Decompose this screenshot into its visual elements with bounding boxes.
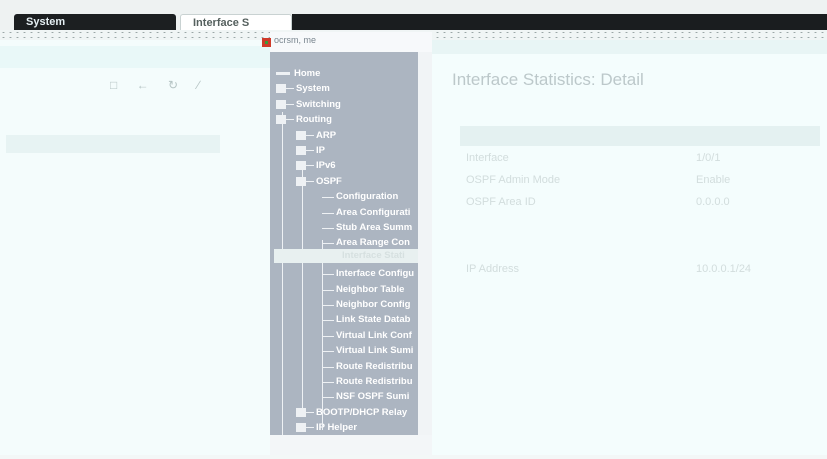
row-value: 0.0.0.0: [696, 196, 730, 209]
refresh-icon[interactable]: ↻: [168, 78, 178, 92]
navigation-tree: Home System Switching Routing ARP IP IPv6 OSPF C…: [270, 52, 418, 435]
folder-icon: [296, 407, 306, 417]
table-row: [460, 370, 820, 392]
nav-item[interactable]: Stub Area Summ: [336, 222, 412, 233]
nav-scrollbar[interactable]: [418, 52, 432, 435]
tree-connector: [322, 228, 334, 229]
row-value: Enable: [696, 174, 731, 187]
tree-connector: [322, 335, 334, 337]
nav-item[interactable]: Configuration: [336, 191, 398, 202]
nav-item[interactable]: Area Range Con: [336, 237, 410, 248]
row-label: OSPF Area ID: [466, 196, 536, 209]
nav-item[interactable]: Neighbor Config: [336, 299, 410, 310]
table-row: [460, 303, 820, 325]
table-row: [460, 348, 820, 370]
nav-item[interactable]: Routing: [296, 114, 332, 125]
tree-connector: [306, 180, 314, 182]
folder-icon: [276, 99, 286, 109]
left-toolbar: □ ← ↻ ∕: [110, 78, 215, 92]
nav-item[interactable]: Virtual Link Conf: [336, 330, 412, 341]
nav-item[interactable]: BOOTP/DHCP Relay: [316, 407, 407, 418]
nav-item[interactable]: Area Configurati: [336, 207, 410, 218]
back-icon[interactable]: ←: [137, 78, 149, 92]
tree-connector: [322, 351, 334, 353]
table-row: [460, 414, 820, 436]
nav-item-interface-statistics[interactable]: Interface Stati: [342, 250, 405, 261]
home-icon: [276, 72, 290, 75]
tree-connector: [322, 397, 334, 399]
nav-item[interactable]: Switching: [296, 99, 341, 110]
table-row: [460, 392, 820, 414]
tree-connector: [322, 366, 334, 368]
table-header: [460, 126, 820, 146]
nav-item[interactable]: OSPF: [316, 176, 342, 187]
row-label: OSPF Admin Mode: [466, 174, 561, 187]
table-row: OSPF Admin Mode Enable: [460, 170, 820, 192]
nav-item[interactable]: Neighbor Table: [336, 284, 404, 295]
nav-item[interactable]: System: [296, 83, 330, 94]
nav-item[interactable]: Virtual Link Sumi: [336, 345, 413, 356]
tree-connector: [322, 320, 334, 322]
nav-item[interactable]: Route Redistribu: [336, 361, 413, 372]
tab-interface-statistics[interactable]: Interface S: [180, 14, 292, 30]
row-label: IP Address: [466, 263, 519, 275]
tree-connector: [286, 103, 294, 105]
help-icon[interactable]: ∕: [197, 78, 199, 92]
left-panel-band: [0, 46, 270, 68]
tree-connector: [306, 134, 314, 136]
folder-icon: [296, 130, 306, 140]
print-icon[interactable]: □: [110, 78, 117, 92]
table-row: IP Address 10.0.0.1/24: [460, 259, 820, 281]
nav-item[interactable]: IPv6: [316, 160, 336, 171]
tree-connector: [306, 165, 314, 167]
folder-icon: [296, 161, 306, 171]
table-row: [460, 281, 820, 303]
tree-guide-line: [322, 240, 323, 430]
nav-item[interactable]: ARP: [316, 130, 336, 141]
tree-guide-line: [302, 162, 303, 412]
folder-icon: [276, 84, 286, 94]
nav-item[interactable]: NSF OSPF Sumi: [336, 391, 409, 402]
nav-item[interactable]: Route Redistribu: [336, 376, 413, 387]
folder-icon: [296, 176, 306, 186]
tree-connector: [306, 411, 314, 413]
folder-icon: [276, 115, 286, 125]
row-value: 10.0.0.1/24: [696, 263, 752, 275]
tab-system[interactable]: System: [14, 14, 176, 30]
nav-header-label: ocrsm, me: [274, 35, 317, 45]
tree-guide-line: [282, 112, 283, 435]
nav-item[interactable]: Interface Configu: [336, 268, 414, 279]
tree-connector: [306, 427, 314, 429]
table-row: Interface 1/0/1: [460, 148, 820, 170]
nav-item[interactable]: Home: [294, 68, 320, 79]
table-row: [460, 237, 820, 259]
nav-item[interactable]: IP: [316, 145, 325, 156]
tree-connector: [286, 119, 294, 121]
app-icon: [262, 38, 271, 47]
tree-connector: [322, 243, 334, 245]
folder-icon: [296, 423, 306, 433]
table-row: OSPF Area ID 0.0.0.0: [460, 192, 820, 214]
tree-connector: [322, 305, 334, 306]
tree-connector: [322, 212, 334, 214]
folder-icon: [296, 146, 306, 155]
row-label: Interface: [466, 152, 509, 164]
table-row: [460, 215, 820, 237]
page-title: Interface Statistics: Detail: [452, 70, 644, 89]
tree-connector: [322, 274, 334, 276]
nav-item[interactable]: Link State Datab: [336, 314, 410, 325]
left-panel: [0, 40, 270, 455]
tab-strip: [292, 14, 827, 30]
tree-connector: [306, 150, 314, 151]
tree-connector: [322, 197, 334, 199]
tree-connector: [322, 289, 334, 291]
table-row: [460, 437, 820, 459]
nav-header: ocrsm, me: [262, 32, 432, 52]
row-value: 1/0/1: [696, 152, 721, 164]
content-header-strip: [432, 40, 827, 54]
left-panel-row: [6, 135, 220, 153]
tree-connector: [322, 382, 334, 383]
tree-connector: [286, 88, 294, 90]
table-row: [460, 326, 820, 348]
